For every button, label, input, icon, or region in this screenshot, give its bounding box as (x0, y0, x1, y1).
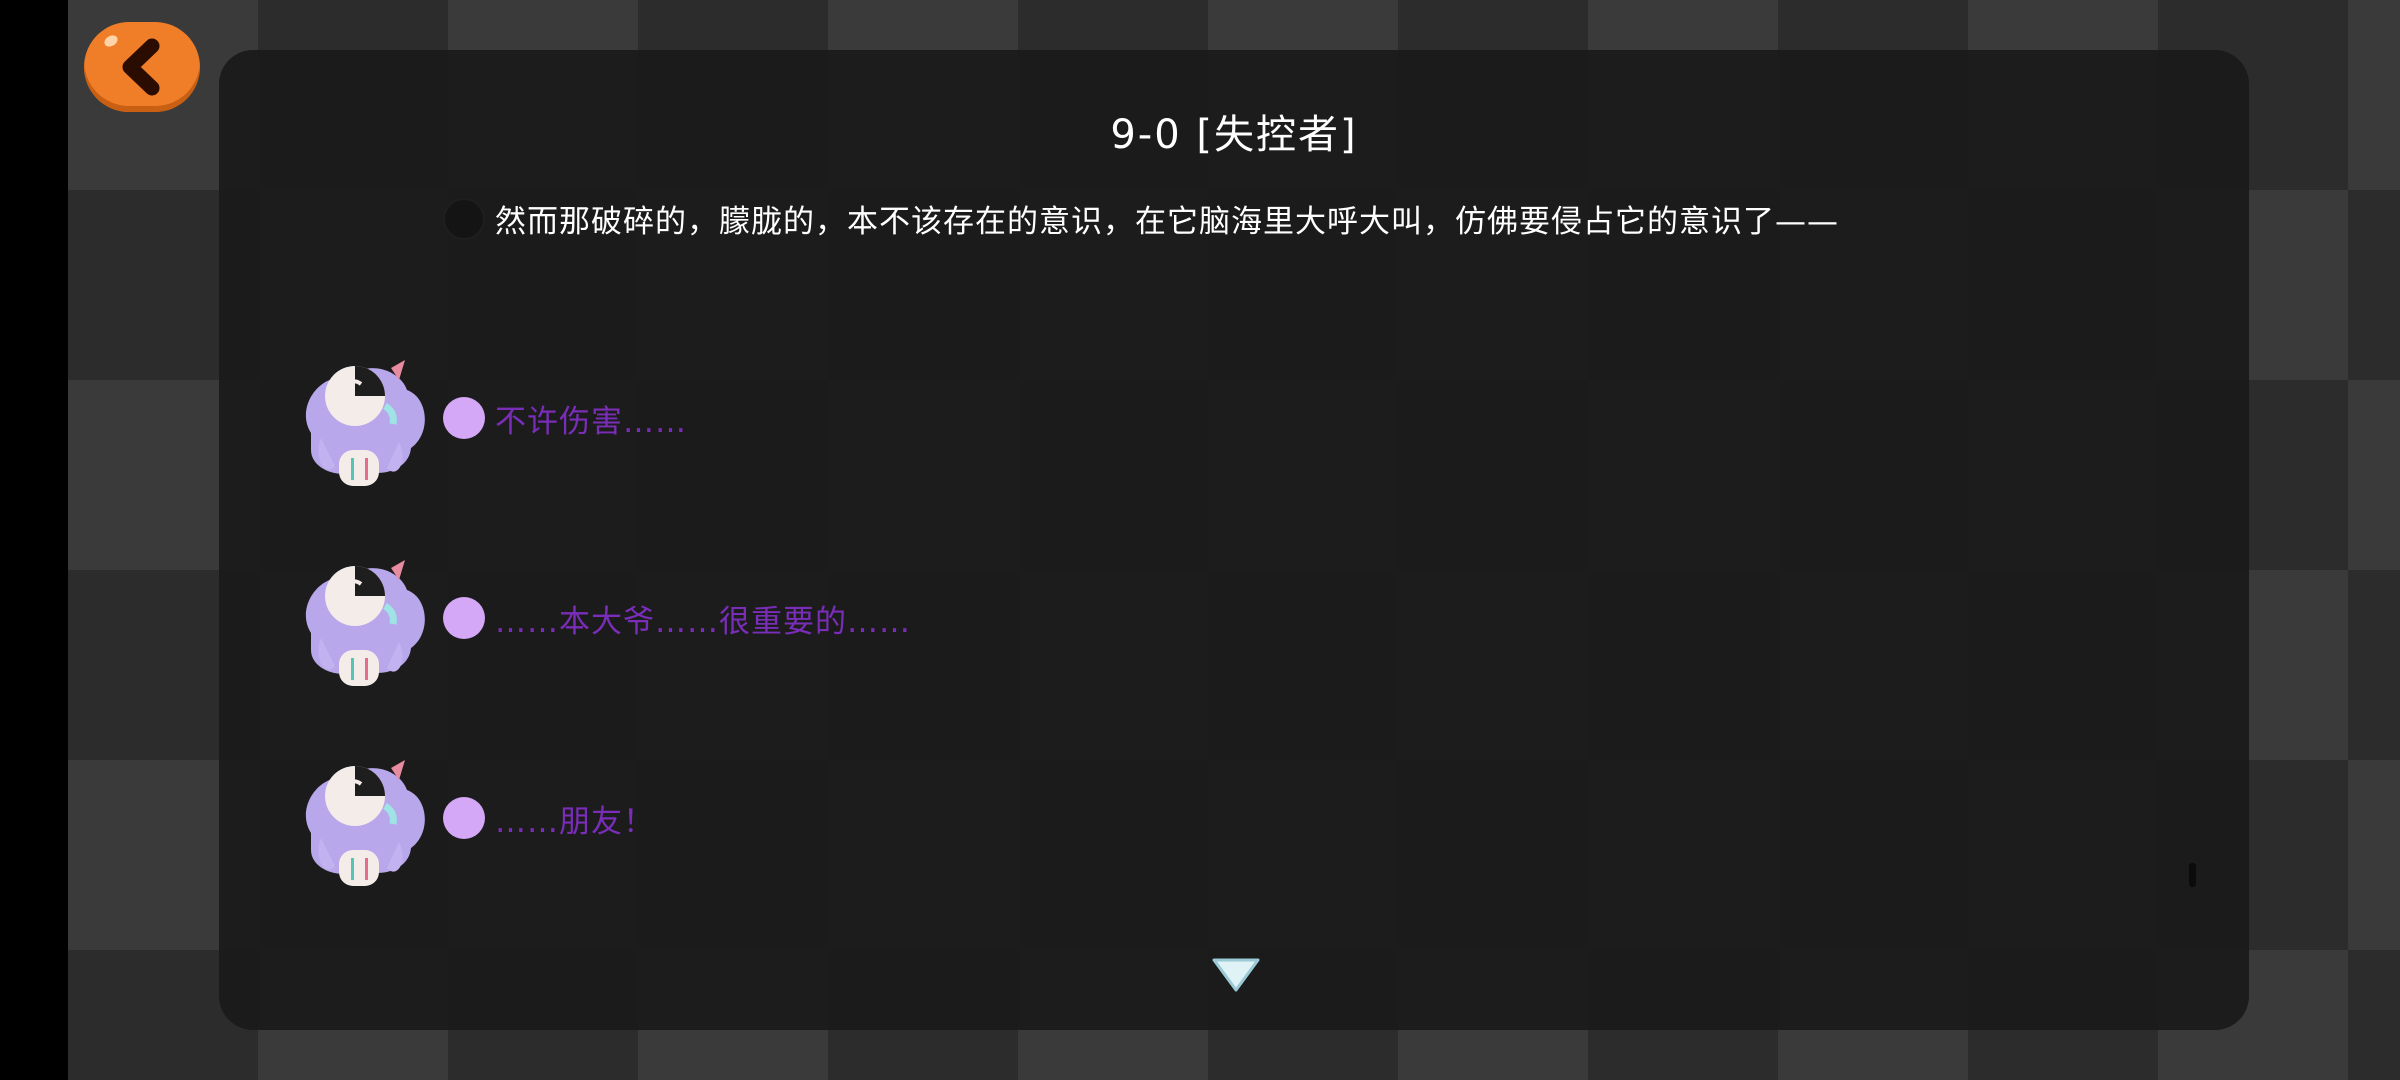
character-avatar (281, 338, 441, 498)
speaker-dot (443, 597, 485, 639)
left-black-bar (0, 0, 68, 1080)
scroll-indicator (2189, 863, 2196, 887)
continue-button[interactable] (1210, 956, 1262, 998)
speaker-dot (443, 797, 485, 839)
back-button[interactable] (84, 22, 200, 112)
narration-row: 然而那破碎的，朦胧的，本不该存在的意识，在它脑海里大呼大叫，仿佛要侵占它的意识了… (443, 196, 1839, 241)
dialog-panel: 9-0 [失控者] 然而那破碎的，朦胧的，本不该存在的意识，在它脑海里大呼大叫，… (219, 50, 2249, 1030)
dialog-line: 不许伤害…… (281, 338, 687, 498)
narration-text: 然而那破碎的，朦胧的，本不该存在的意识，在它脑海里大呼大叫，仿佛要侵占它的意识了… (495, 204, 1839, 240)
character-avatar (281, 738, 441, 898)
narrator-dot (443, 197, 485, 240)
dialog-line: ……本大爷……很重要的…… (281, 538, 911, 698)
dialog-line-text: 不许伤害…… (495, 403, 687, 440)
dialog-line: ……朋友！ (281, 738, 655, 898)
triangle-down-icon (1212, 958, 1260, 992)
chevron-left-icon (122, 38, 160, 96)
dialog-line-text: ……本大爷……很重要的…… (495, 603, 911, 640)
dialog-title: 9-0 [失控者] (1110, 112, 1358, 158)
dialog-line-text: ……朋友！ (495, 803, 655, 840)
character-avatar (281, 538, 441, 698)
speaker-dot (443, 397, 485, 439)
